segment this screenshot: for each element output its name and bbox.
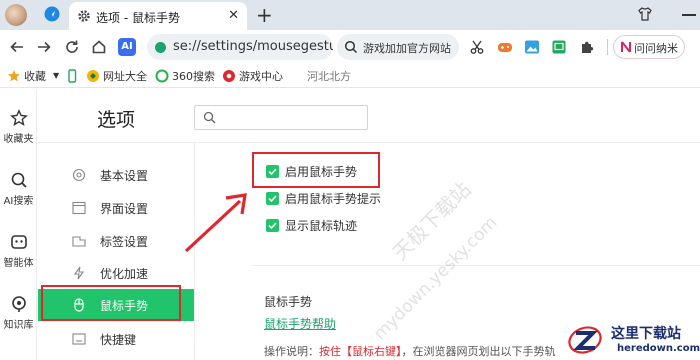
active-tab[interactable]: 选项 - 鼠标手势 ✕	[69, 2, 247, 30]
logo-name: 这里下载站	[611, 326, 681, 342]
minimize-button[interactable]	[682, 14, 696, 16]
nav-item-tabs[interactable]: 标签设置	[38, 225, 194, 257]
site-logo: 这里下载站 heredown.com	[565, 320, 700, 360]
gamepad-icon[interactable]	[497, 39, 513, 55]
nav-label: 优化加速	[100, 267, 149, 281]
pinned-tab-icon[interactable]	[44, 6, 60, 22]
wenwen-button[interactable]: 问问纳米	[613, 35, 685, 59]
gesture-help-link[interactable]: 鼠标手势帮助	[264, 315, 336, 332]
lightning-icon	[73, 266, 85, 280]
nav-item-interface[interactable]: 界面设置	[38, 192, 194, 224]
tshirt-icon[interactable]	[637, 6, 653, 22]
highlight-box-nav	[41, 285, 181, 321]
star-icon	[8, 70, 20, 82]
checkbox-label: 启用鼠标手势提示	[285, 192, 382, 206]
section-description: 操作说明：按住【鼠标右键】，在浏览器网页划出以下手势轨	[264, 345, 556, 358]
bookmark-hebei[interactable]: 河北北方	[307, 68, 351, 84]
side-rail: 收藏夹 AI搜索 智能体 知识库	[0, 89, 37, 360]
nav-item-shortcuts[interactable]: 快捷键	[38, 323, 194, 355]
nav-label: 界面设置	[100, 202, 149, 216]
back-arrow-icon[interactable]	[8, 38, 26, 56]
new-tab-button[interactable]: +	[256, 3, 273, 27]
home-icon[interactable]	[90, 38, 108, 56]
game-center-icon	[223, 70, 235, 82]
wenwen-label: 问问纳米	[634, 42, 678, 55]
bookmark-site-nav[interactable]: 网址大全	[103, 68, 147, 84]
knowledge-icon	[11, 296, 26, 312]
rail-item-favorites[interactable]: 收藏夹	[0, 109, 37, 145]
checkbox-checked[interactable]	[266, 219, 279, 232]
extensions-puzzle-icon[interactable]	[579, 39, 595, 55]
ai-button[interactable]: AI	[118, 38, 136, 56]
url-text[interactable]: se://settings/mousegesture	[173, 39, 333, 54]
photo-icon[interactable]	[524, 39, 540, 55]
toolbar: AI se://settings/mousegesture 游戏加加官方网站 问…	[0, 30, 700, 64]
logo-url: heredown.com	[617, 343, 700, 354]
rail-label: 知识库	[3, 320, 34, 331]
keyboard-icon	[72, 333, 86, 345]
site-nav-icon	[87, 70, 99, 82]
checkbox-checked[interactable]	[266, 192, 279, 205]
rail-label: 智能体	[3, 258, 34, 269]
ai-search-icon	[11, 172, 27, 188]
toolbar-separator	[607, 39, 608, 55]
gear-icon	[78, 10, 90, 22]
settings-search[interactable]	[194, 105, 368, 130]
section-divider	[252, 265, 700, 266]
tab-strip: 选项 - 鼠标手势 ✕ +	[0, 0, 700, 30]
rail-item-ai-search[interactable]: AI搜索	[0, 171, 37, 207]
search-360-icon	[155, 69, 169, 83]
gear-icon	[72, 168, 86, 182]
search-box[interactable]: 游戏加加官方网站	[337, 34, 459, 60]
star-outline-icon	[9, 109, 28, 126]
tab-icon	[72, 236, 86, 247]
nav-label: 标签设置	[100, 235, 149, 249]
scissors-icon[interactable]	[469, 39, 485, 55]
search-icon	[344, 40, 358, 54]
close-icon[interactable]: ✕	[228, 8, 239, 24]
tab-title: 选项 - 鼠标手势	[96, 11, 180, 25]
wenwen-logo-icon	[621, 41, 631, 53]
search-suggestion[interactable]: 游戏加加官方网站	[363, 40, 451, 56]
bookmarks-bar: 收藏 ▼ 网址大全 360搜索 游戏中心 河北北方	[0, 64, 700, 88]
section-title: 鼠标手势	[264, 295, 313, 309]
search-icon	[203, 111, 216, 124]
phone-icon[interactable]	[65, 69, 79, 83]
secure-page-icon	[155, 42, 166, 53]
reload-icon[interactable]	[63, 38, 81, 56]
nav-label: 快捷键	[100, 333, 137, 347]
bookmark-game-center[interactable]: 游戏中心	[239, 68, 283, 84]
profile-avatar[interactable]	[5, 4, 27, 26]
rail-label: 收藏夹	[3, 134, 34, 145]
checkbox-label: 显示鼠标轨迹	[285, 219, 358, 233]
address-bar[interactable]: se://settings/mousegesture	[147, 34, 333, 60]
settings-search-input[interactable]	[221, 109, 361, 127]
nav-label: 基本设置	[100, 169, 149, 183]
highlight-box-checkbox	[252, 152, 380, 188]
nav-item-basic[interactable]: 基本设置	[38, 159, 194, 191]
chevron-down-icon[interactable]: ▼	[53, 71, 59, 80]
page-title: 选项	[97, 109, 136, 131]
bookmark-favorites[interactable]: 收藏	[24, 68, 46, 84]
agent-icon	[10, 235, 27, 249]
rail-label: AI搜索	[3, 196, 34, 207]
header-divider	[38, 142, 700, 143]
note-icon[interactable]	[551, 39, 567, 55]
annotation-arrow-icon	[184, 193, 247, 253]
bookmark-360-search[interactable]: 360搜索	[172, 68, 215, 84]
window-icon	[72, 201, 86, 215]
rail-item-agent[interactable]: 智能体	[0, 233, 37, 269]
logo-mark-icon	[568, 326, 602, 354]
rail-item-knowledge[interactable]: 知识库	[0, 295, 37, 331]
settings-nav: 基本设置 界面设置 标签设置 优化加速 鼠标手势 快捷键	[38, 155, 194, 360]
forward-arrow-icon[interactable]	[35, 38, 53, 56]
